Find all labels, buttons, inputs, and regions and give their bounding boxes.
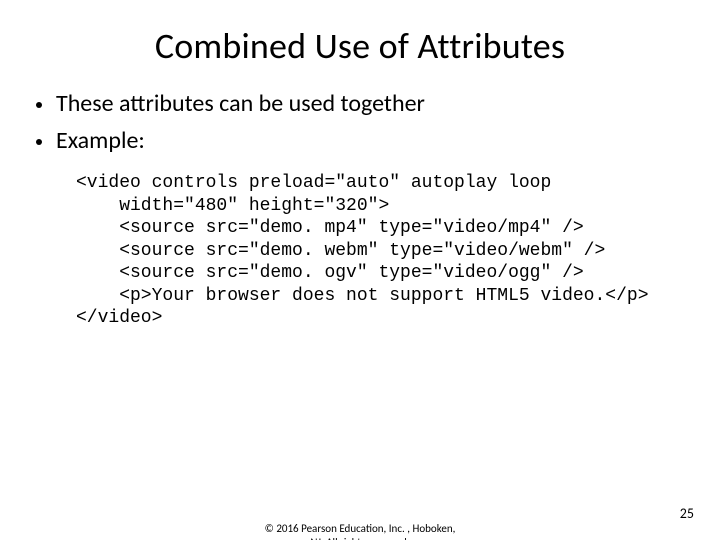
code-line: <video controls preload="auto" autoplay … — [76, 173, 551, 193]
code-line: <source src="demo. mp4" type="video/mp4"… — [76, 218, 584, 238]
copyright-line: © 2016 Pearson Education, Inc. , Hoboken… — [230, 522, 490, 536]
slide-title: Combined Use of Attributes — [0, 0, 720, 88]
bullet-text: These attributes can be used together — [56, 88, 425, 119]
code-line: </video> — [76, 308, 162, 328]
code-line: <source src="demo. webm" type="video/web… — [76, 241, 605, 261]
code-line: width="480" height="320"> — [76, 196, 389, 216]
code-line: <source src="demo. ogv" type="video/ogg"… — [76, 263, 584, 283]
bullet-item: These attributes can be used together — [36, 88, 684, 119]
slide-body: These attributes can be used together Ex… — [0, 88, 720, 330]
bullet-dot-icon — [36, 139, 42, 145]
copyright-line: NJ. All rights reserved. — [230, 536, 490, 540]
bullet-text: Example: — [56, 125, 145, 156]
code-line: <p>Your browser does not support HTML5 v… — [76, 286, 649, 306]
copyright: © 2016 Pearson Education, Inc. , Hoboken… — [230, 522, 490, 540]
code-block: <video controls preload="auto" autoplay … — [36, 162, 684, 330]
page-number: 25 — [680, 505, 694, 522]
slide: Combined Use of Attributes These attribu… — [0, 0, 720, 540]
bullet-item: Example: — [36, 125, 684, 156]
bullet-dot-icon — [36, 102, 42, 108]
